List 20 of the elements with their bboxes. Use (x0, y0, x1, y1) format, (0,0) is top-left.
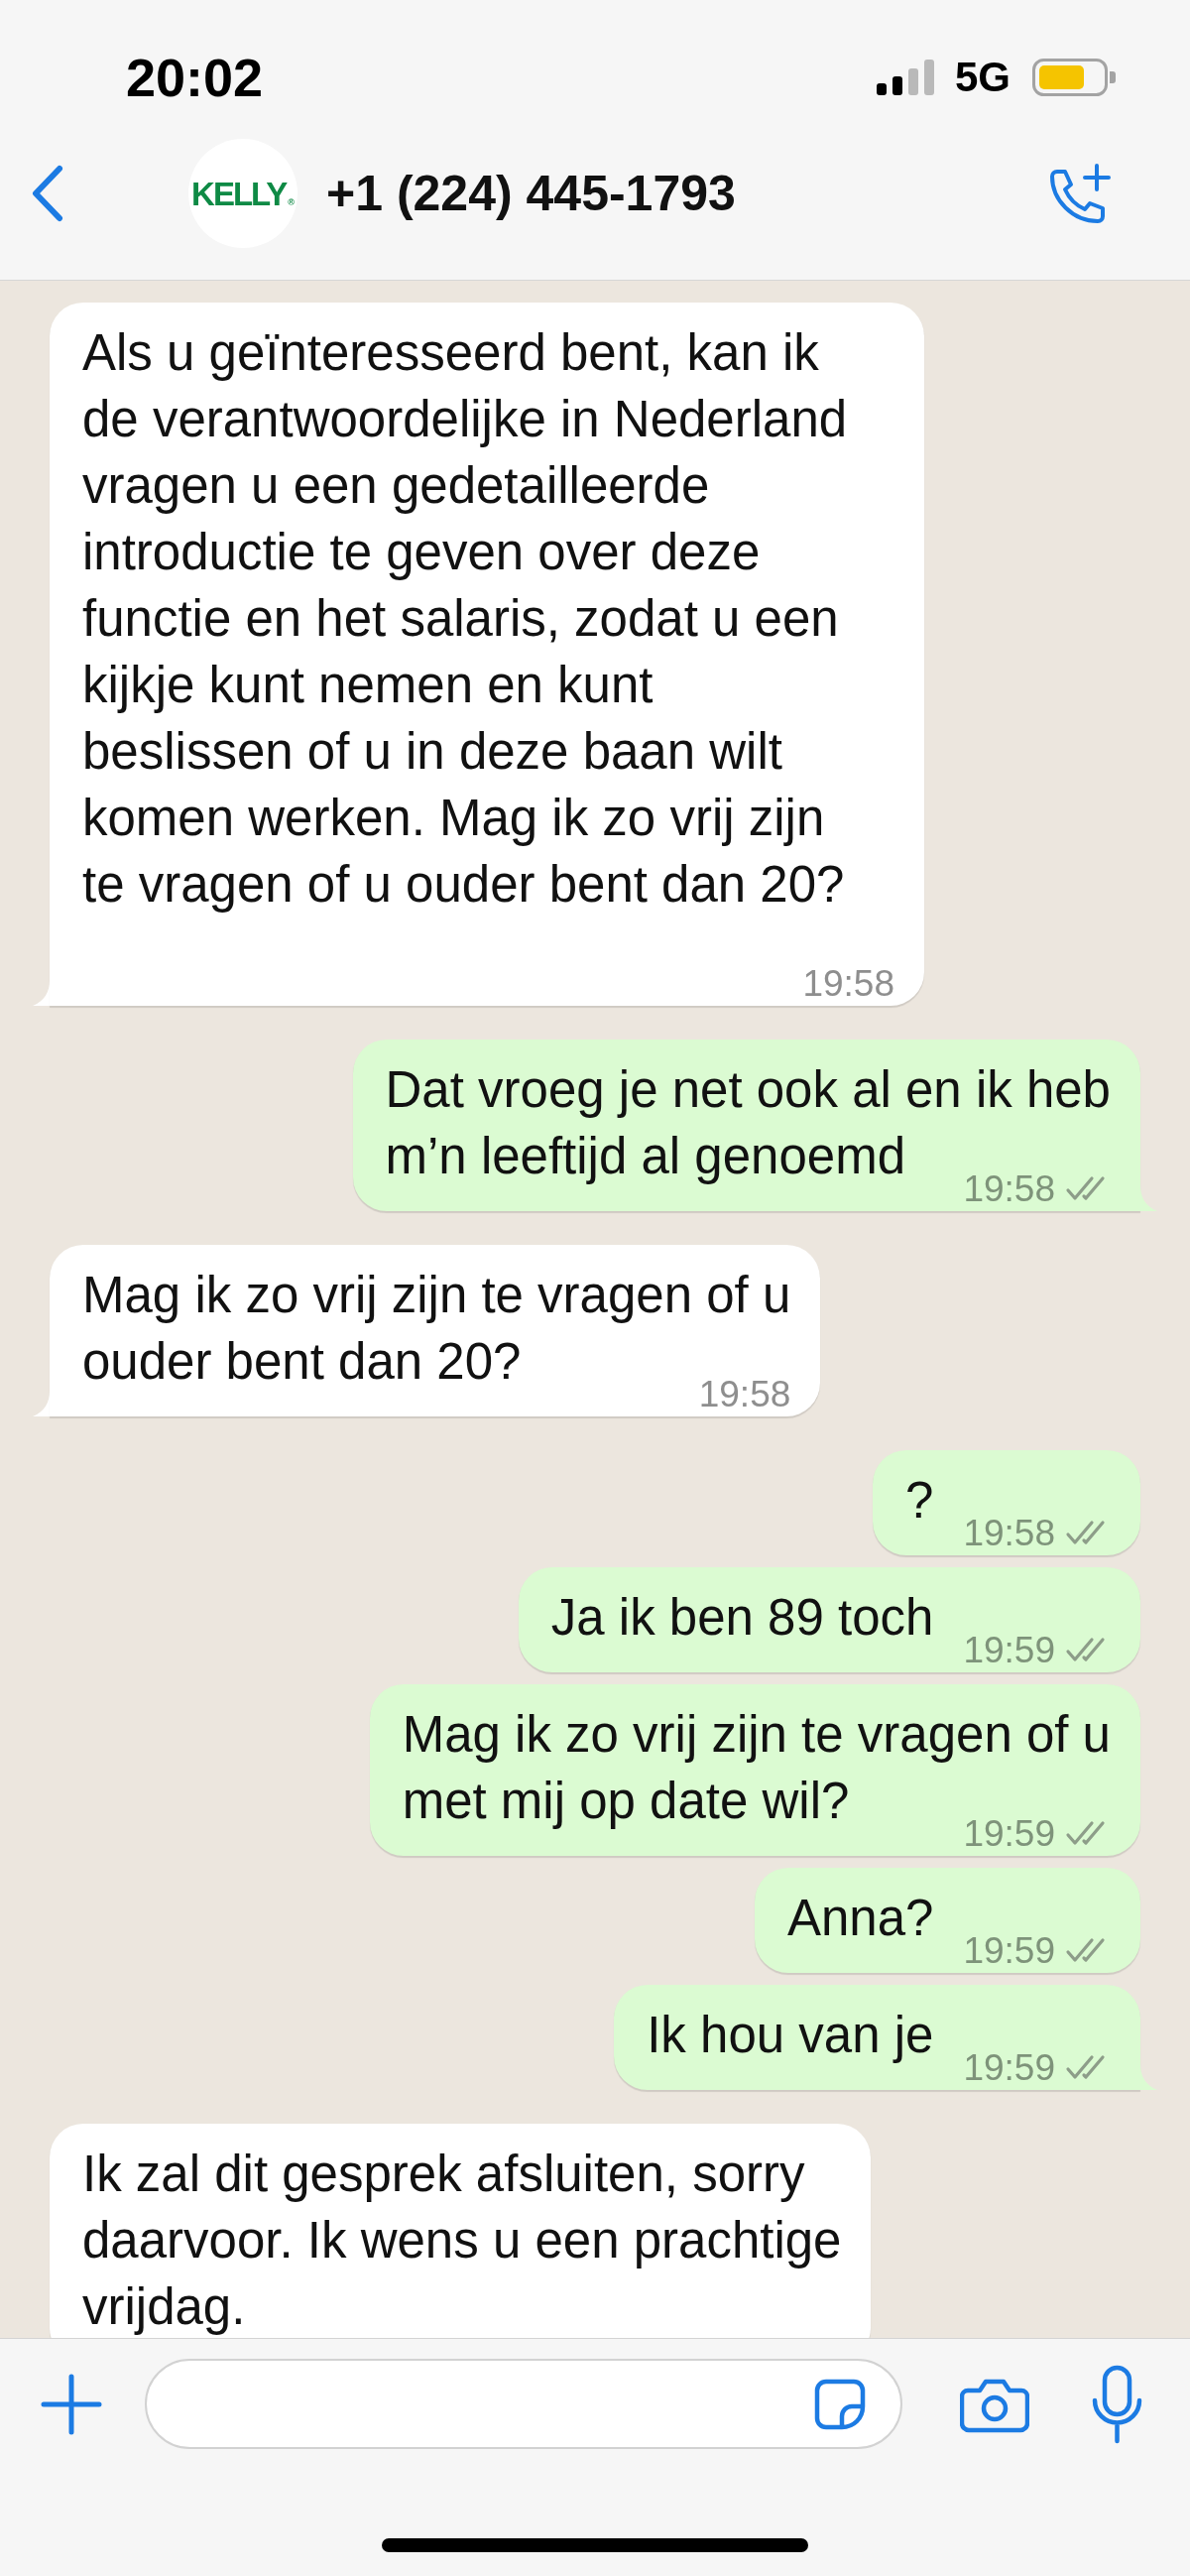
signal-bars-icon (876, 60, 934, 95)
message-text: Ik hou van je (647, 2007, 934, 2063)
contact-title[interactable]: +1 (224) 445-1793 (326, 165, 736, 222)
message-text: Anna? (786, 1890, 934, 1946)
network-label: 5G (954, 54, 1011, 101)
status-time: 20:02 (126, 48, 264, 107)
message-time: 19:59 (963, 1631, 1055, 1668)
message-text: ? (905, 1472, 934, 1529)
message-text: Als u geïnteresseerd bent, kan ik de verantwoordelijke in Nederland vragen u een gedetailleerde introductie te geven over deze functie en het salaris, zodat u een kijkje kunt nemen en kunt beslissen of u in deze baan wilt komen werken. Mag ik zo vrij zijn te vragen of u ouder bent dan 20? (82, 324, 848, 913)
message-text: Ik zal dit gesprek afsluiten, sorry daarvoor. Ik wens u een prachtige vrijdag. (82, 2146, 842, 2335)
battery-icon (1032, 59, 1116, 96)
message-time: 19:59 (963, 1931, 1055, 1969)
sticker-icon[interactable] (813, 2377, 867, 2431)
message-text: Ja ik ben 89 toch (550, 1589, 934, 1646)
plus-icon[interactable] (41, 2373, 102, 2435)
message-time: 19:58 (802, 964, 894, 1002)
chevron-left-icon[interactable] (31, 165, 64, 222)
microphone-icon[interactable] (1091, 2364, 1143, 2444)
message-time: 19:59 (963, 2048, 1055, 2086)
message-time: 19:58 (963, 1514, 1055, 1551)
